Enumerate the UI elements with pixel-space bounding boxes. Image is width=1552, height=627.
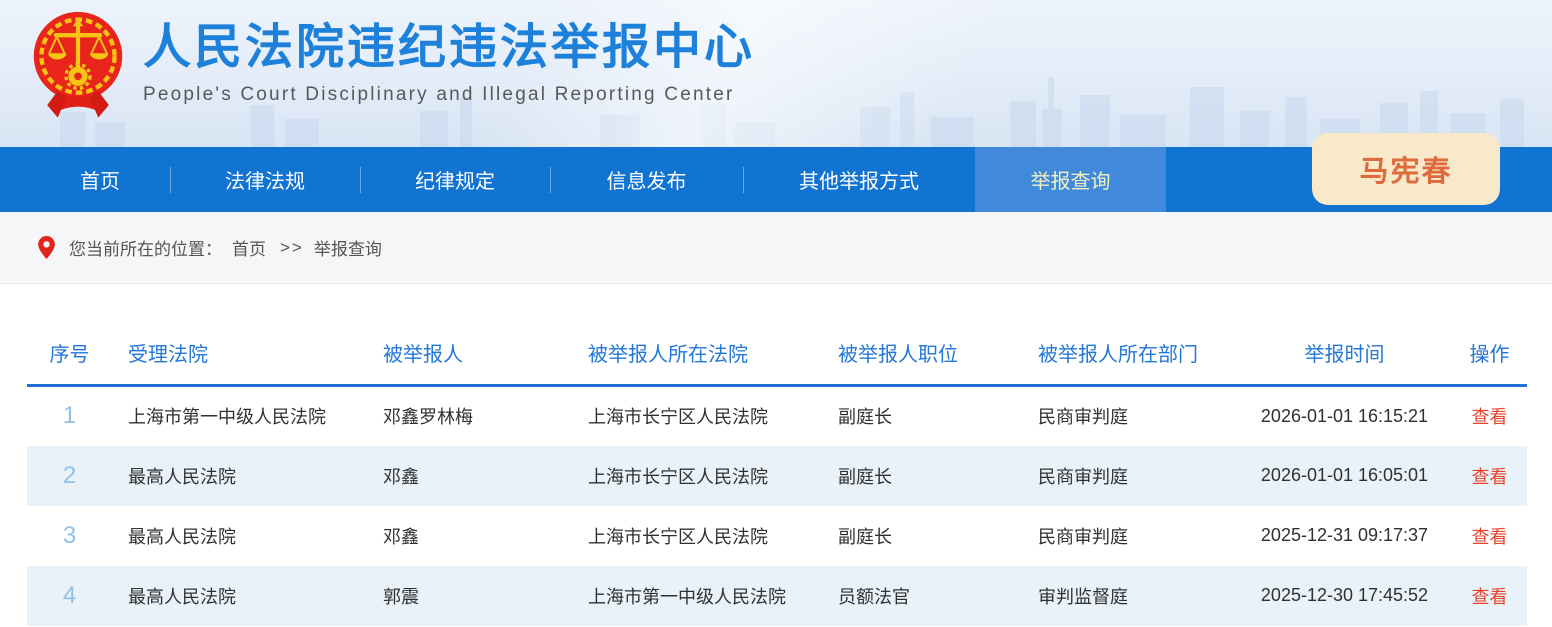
column-header: 序号 (27, 332, 112, 386)
nav-item[interactable]: 纪律规定 (360, 147, 550, 212)
nav-item[interactable]: 举报查询 (975, 147, 1166, 212)
column-header: 操作 (1452, 332, 1527, 386)
breadcrumb-current: 举报查询 (314, 235, 382, 260)
breadcrumb-home-link[interactable]: 首页 (232, 235, 266, 260)
cell-no: 1 (27, 386, 112, 446)
cell-action: 查看 (1452, 566, 1527, 626)
view-link[interactable]: 查看 (1472, 527, 1508, 547)
cell-action: 查看 (1452, 386, 1527, 446)
cell-position: 副庭长 (822, 446, 1022, 506)
cell-person-court: 上海市第一中级人民法院 (572, 566, 822, 626)
nav-item[interactable]: 其他举报方式 (743, 147, 975, 212)
cell-action: 查看 (1452, 506, 1527, 566)
column-header: 受理法院 (112, 332, 367, 386)
cell-no: 2 (27, 446, 112, 506)
column-header: 被举报人 (367, 332, 572, 386)
nav-item-label: 纪律规定 (415, 165, 495, 194)
nav-item-label: 首页 (80, 165, 120, 194)
cell-accepting-court: 最高人民法院 (112, 566, 367, 626)
cell-person-court: 上海市长宁区人民法院 (572, 506, 822, 566)
cell-action: 查看 (1452, 446, 1527, 506)
breadcrumb-separator: >> (280, 238, 304, 258)
view-link[interactable]: 查看 (1472, 467, 1508, 487)
cell-position: 员额法官 (822, 566, 1022, 626)
column-header: 被举报人所在法院 (572, 332, 822, 386)
cell-reported-person: 邓鑫 (367, 506, 572, 566)
cell-report-time: 2026-01-01 16:05:01 (1237, 446, 1452, 506)
site-title: 人民法院违纪违法举报中心 (143, 24, 755, 72)
nav-item[interactable]: 信息发布 (550, 147, 743, 212)
cell-department: 民商审判庭 (1022, 446, 1237, 506)
column-header: 被举报人职位 (822, 332, 1022, 386)
site-subtitle: People's Court Disciplinary and Illegal … (143, 84, 755, 106)
cell-accepting-court: 上海市第一中级人民法院 (112, 386, 367, 446)
nav-item-label: 其他举报方式 (799, 165, 919, 194)
view-link[interactable]: 查看 (1472, 407, 1508, 427)
nav-item-label: 举报查询 (1031, 165, 1111, 194)
nav-item[interactable]: 首页 (30, 147, 170, 212)
location-pin-icon (38, 236, 55, 259)
cell-person-court: 上海市长宁区人民法院 (572, 386, 822, 446)
table-row: 4 最高人民法院 郭震 上海市第一中级人民法院 员额法官 审判监督庭 2025-… (27, 566, 1527, 626)
nav-item[interactable]: 法律法规 (170, 147, 360, 212)
brand: 人民法院违纪违法举报中心 People's Court Disciplinary… (28, 8, 755, 135)
cell-report-time: 2026-01-01 16:15:21 (1237, 386, 1452, 446)
view-link[interactable]: 查看 (1472, 587, 1508, 607)
column-header: 被举报人所在部门 (1022, 332, 1237, 386)
table-row: 3 最高人民法院 邓鑫 上海市长宁区人民法院 副庭长 民商审判庭 2025-12… (27, 506, 1527, 566)
column-header: 举报时间 (1237, 332, 1452, 386)
cell-reported-person: 邓鑫罗林梅 (367, 386, 572, 446)
table-header-row: 序号受理法院被举报人被举报人所在法院被举报人职位被举报人所在部门举报时间操作 (27, 332, 1527, 386)
breadcrumb-prefix: 您当前所在的位置： (69, 235, 222, 260)
user-badge[interactable]: 马宪春 (1312, 133, 1500, 205)
cell-report-time: 2025-12-31 09:17:37 (1237, 506, 1452, 566)
cell-accepting-court: 最高人民法院 (112, 506, 367, 566)
cell-person-court: 上海市长宁区人民法院 (572, 446, 822, 506)
site-header: 人民法院违纪违法举报中心 People's Court Disciplinary… (0, 0, 1552, 147)
table-row: 1 上海市第一中级人民法院 邓鑫罗林梅 上海市长宁区人民法院 副庭长 民商审判庭… (27, 386, 1527, 446)
title-block: 人民法院违纪违法举报中心 People's Court Disciplinary… (143, 8, 755, 106)
cell-department: 审判监督庭 (1022, 566, 1237, 626)
cell-department: 民商审判庭 (1022, 386, 1237, 446)
cell-department: 民商审判庭 (1022, 506, 1237, 566)
reports-table: 序号受理法院被举报人被举报人所在法院被举报人职位被举报人所在部门举报时间操作 1… (27, 332, 1527, 626)
table-row: 2 最高人民法院 邓鑫 上海市长宁区人民法院 副庭长 民商审判庭 2026-01… (27, 446, 1527, 506)
cell-no: 4 (27, 566, 112, 626)
court-emblem-logo (28, 8, 128, 135)
table-header: 序号受理法院被举报人被举报人所在法院被举报人职位被举报人所在部门举报时间操作 (27, 332, 1527, 386)
cell-accepting-court: 最高人民法院 (112, 446, 367, 506)
cell-no: 3 (27, 506, 112, 566)
cell-reported-person: 邓鑫 (367, 446, 572, 506)
cell-position: 副庭长 (822, 386, 1022, 446)
main-content: 序号受理法院被举报人被举报人所在法院被举报人职位被举报人所在部门举报时间操作 1… (0, 284, 1552, 626)
nav-item-label: 信息发布 (607, 165, 687, 194)
cell-report-time: 2025-12-30 17:45:52 (1237, 566, 1452, 626)
top-section: 人民法院违纪违法举报中心 People's Court Disciplinary… (0, 0, 1552, 212)
table-body: 1 上海市第一中级人民法院 邓鑫罗林梅 上海市长宁区人民法院 副庭长 民商审判庭… (27, 386, 1527, 626)
cell-position: 副庭长 (822, 506, 1022, 566)
nav-item-label: 法律法规 (225, 165, 305, 194)
cell-reported-person: 郭震 (367, 566, 572, 626)
breadcrumb: 您当前所在的位置： 首页 >> 举报查询 (0, 212, 1552, 284)
